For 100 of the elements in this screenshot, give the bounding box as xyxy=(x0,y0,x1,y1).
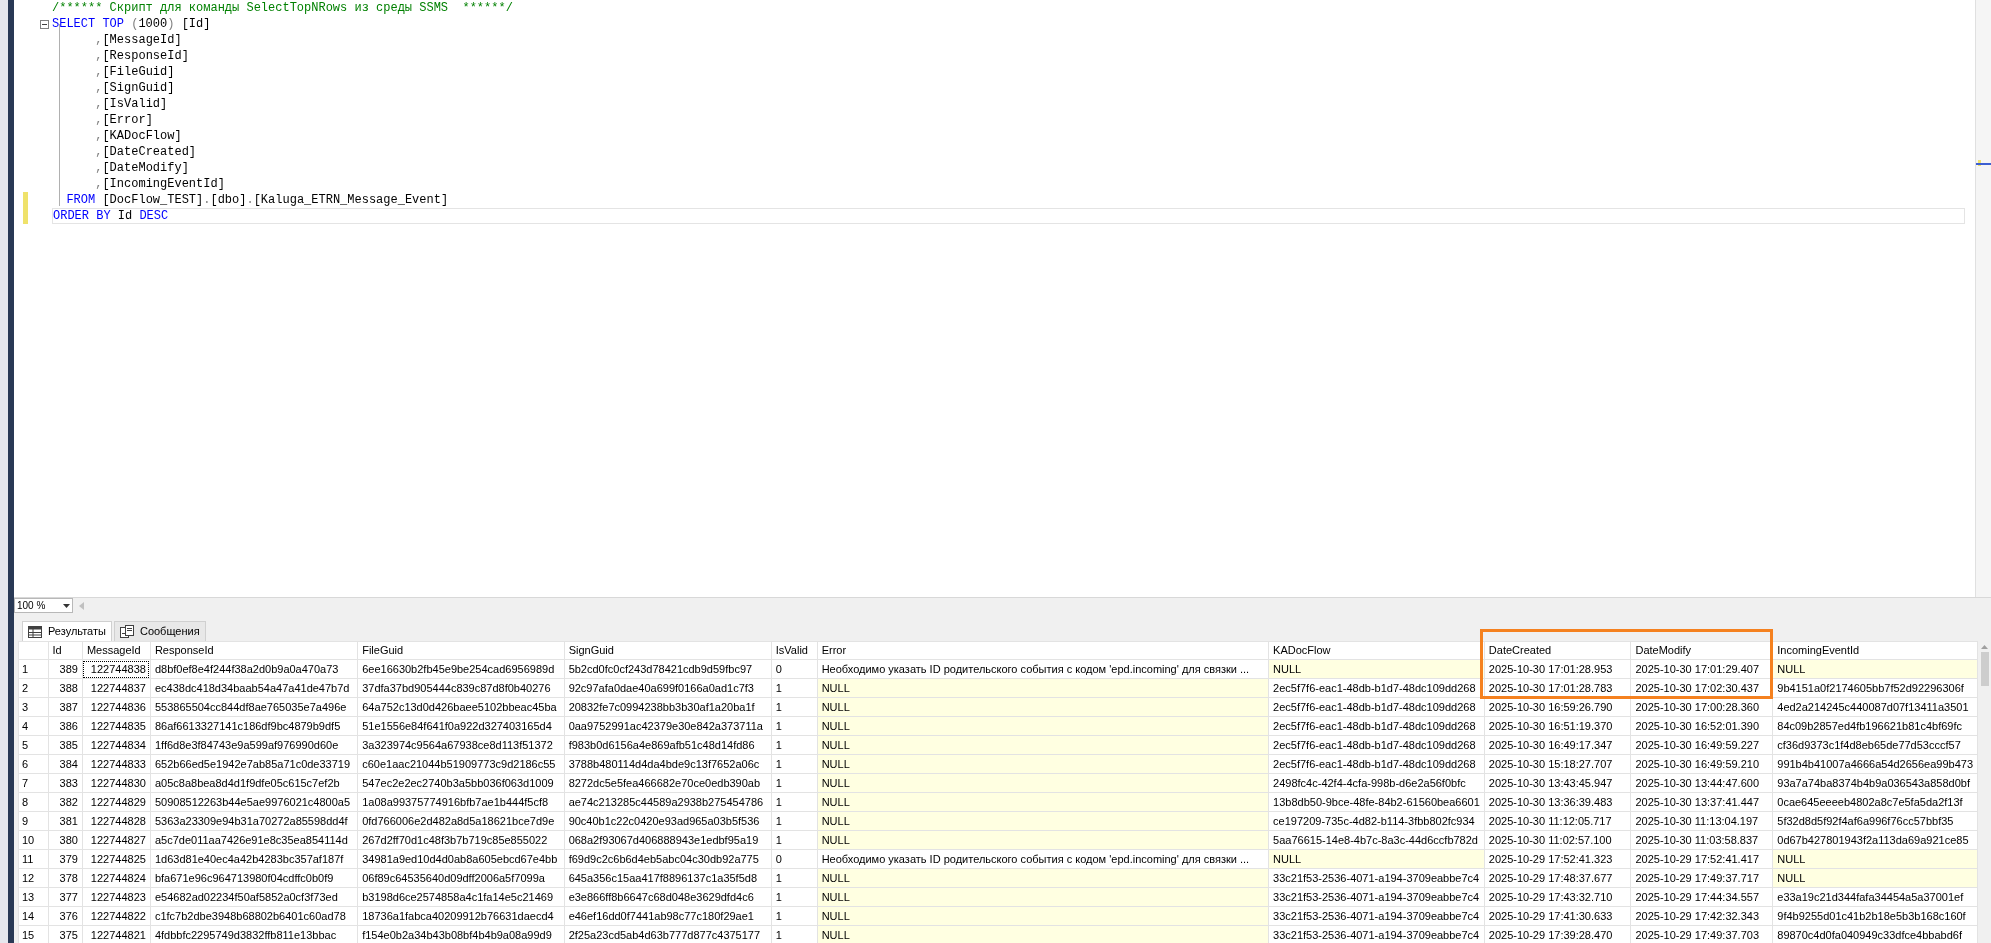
table-cell[interactable]: 380 xyxy=(48,830,83,850)
table-cell[interactable]: 1 xyxy=(771,697,818,717)
table-cell[interactable]: 84c09b2857ed4fb196621b81c4bf69fc xyxy=(1772,716,1978,736)
table-cell[interactable]: 2025-10-30 16:52:01.390 xyxy=(1630,716,1773,736)
table-cell[interactable]: 377 xyxy=(48,887,83,907)
table-cell[interactable]: d8bf0ef8e4f244f38a2d0b9a0a470a73 xyxy=(150,659,358,679)
table-cell[interactable]: 1 xyxy=(771,678,818,698)
table-cell[interactable]: 86af6613327141c186df9bc4879b9df5 xyxy=(150,716,358,736)
table-cell[interactable]: 2025-10-30 17:00:28.360 xyxy=(1630,697,1773,717)
table-cell[interactable]: 2ec5f7f6-eac1-48db-b1d7-48dc109dd268 xyxy=(1268,678,1485,698)
row-number[interactable]: 14 xyxy=(18,906,49,926)
table-cell[interactable]: 388 xyxy=(48,678,83,698)
table-cell[interactable]: 645a356c15aa417f8896137c1a35f5d8 xyxy=(564,868,772,888)
table-cell[interactable]: 122744827 xyxy=(82,830,151,850)
table-cell[interactable]: 0 xyxy=(771,659,818,679)
row-number[interactable]: 7 xyxy=(18,773,49,793)
table-cell[interactable]: ce197209-735c-4d82-b114-3fbb802fc934 xyxy=(1268,811,1485,831)
row-number[interactable]: 6 xyxy=(18,754,49,774)
table-cell[interactable]: 93a7a74ba8374b4b9a036543a858d0bf xyxy=(1772,773,1978,793)
table-cell[interactable]: 9f4b9255d01c41b2b18e5b3b168c160f xyxy=(1772,906,1978,926)
table-cell[interactable]: 378 xyxy=(48,868,83,888)
column-header[interactable]: MessageId xyxy=(82,641,151,660)
column-header[interactable]: IncomingEventId xyxy=(1772,641,1978,660)
table-cell[interactable]: a05c8a8bea8d4d1f9dfe05c615c7ef2b xyxy=(150,773,358,793)
table-cell[interactable]: c1fc7b2dbe3948b68802b6401c60ad78 xyxy=(150,906,358,926)
table-cell[interactable]: 1 xyxy=(771,735,818,755)
table-cell[interactable]: 379 xyxy=(48,849,83,869)
table-cell[interactable]: 1 xyxy=(771,868,818,888)
table-cell[interactable]: 2025-10-30 13:37:41.447 xyxy=(1630,792,1773,812)
table-cell[interactable]: 2025-10-29 17:44:34.557 xyxy=(1630,887,1773,907)
table-cell[interactable]: 0cae645eeeeb4802a8c7e5fa5da2f13f xyxy=(1772,792,1978,812)
table-cell[interactable]: 2ec5f7f6-eac1-48db-b1d7-48dc109dd268 xyxy=(1268,697,1485,717)
table-cell[interactable]: 2025-10-29 17:52:41.323 xyxy=(1484,849,1631,869)
table-cell[interactable]: 51e1556e84f641f0a922d327403165d4 xyxy=(357,716,565,736)
row-number[interactable]: 15 xyxy=(18,925,49,943)
table-cell[interactable]: 1 xyxy=(771,887,818,907)
column-header[interactable]: SignGuid xyxy=(564,641,772,660)
table-cell[interactable]: 122744835 xyxy=(82,716,151,736)
table-cell[interactable]: 991b4b41007a4666a54d2656ea99b473 xyxy=(1772,754,1978,774)
table-cell[interactable]: 5aa76615-14e8-4b7c-8a3c-44d6ccfb782d xyxy=(1268,830,1485,850)
table-cell[interactable]: 2025-10-29 17:42:32.343 xyxy=(1630,906,1773,926)
table-cell[interactable]: 33c21f53-2536-4071-a194-3709eabbe7c4 xyxy=(1268,906,1485,926)
column-header[interactable]: Id xyxy=(48,641,83,660)
table-cell[interactable]: e33a19c21d344fafa34454a5a37001ef xyxy=(1772,887,1978,907)
table-cell[interactable]: 1 xyxy=(771,754,818,774)
table-cell[interactable]: 2025-10-30 16:49:59.227 xyxy=(1630,735,1773,755)
table-cell[interactable]: 122744825 xyxy=(82,849,151,869)
table-cell[interactable]: e54682ad02234f50af5852a0cf3f73ed xyxy=(150,887,358,907)
table-cell[interactable]: 2025-10-29 17:52:41.417 xyxy=(1630,849,1773,869)
table-cell[interactable]: 382 xyxy=(48,792,83,812)
row-number[interactable]: 10 xyxy=(18,830,49,850)
table-cell[interactable]: 068a2f93067d406888943e1edbf95a19 xyxy=(564,830,772,850)
row-number[interactable]: 12 xyxy=(18,868,49,888)
table-cell[interactable]: 1 xyxy=(771,773,818,793)
table-cell[interactable]: 33c21f53-2536-4071-a194-3709eabbe7c4 xyxy=(1268,868,1485,888)
table-cell[interactable]: 2025-10-30 11:13:04.197 xyxy=(1630,811,1773,831)
table-cell[interactable]: 2025-10-30 13:44:47.600 xyxy=(1630,773,1773,793)
table-cell[interactable]: 20832fe7c0994238bb3b30af1a20ba1f xyxy=(564,697,772,717)
table-cell[interactable]: 18736a1fabca40209912b76631daecd4 xyxy=(357,906,565,926)
table-cell[interactable]: ae74c213285c44589a2938b275454786 xyxy=(564,792,772,812)
table-cell[interactable]: ec438dc418d34baab54a47a41de47b7d xyxy=(150,678,358,698)
row-number[interactable]: 11 xyxy=(18,849,49,869)
table-cell[interactable]: f69d9c2c6b6d4eb5abc04c30db92a775 xyxy=(564,849,772,869)
table-cell[interactable]: 1 xyxy=(771,830,818,850)
scroll-left-icon[interactable] xyxy=(79,601,84,610)
table-cell[interactable]: 33c21f53-2536-4071-a194-3709eabbe7c4 xyxy=(1268,887,1485,907)
table-cell[interactable]: 1 xyxy=(771,811,818,831)
table-cell[interactable]: b3198d6ce2574858a4c1fa14e5c21469 xyxy=(357,887,565,907)
table-cell[interactable]: 122744836 xyxy=(82,697,151,717)
table-cell[interactable]: 384 xyxy=(48,754,83,774)
column-header[interactable]: ResponseId xyxy=(150,641,358,660)
table-cell[interactable]: a5c7de011aa7426e91e8c35ea854114d xyxy=(150,830,358,850)
table-cell[interactable]: 37dfa37bd905444c839c87d8f0b40276 xyxy=(357,678,565,698)
table-cell[interactable]: 2ec5f7f6-eac1-48db-b1d7-48dc109dd268 xyxy=(1268,735,1485,755)
table-cell[interactable]: 2ec5f7f6-eac1-48db-b1d7-48dc109dd268 xyxy=(1268,754,1485,774)
table-cell[interactable]: 383 xyxy=(48,773,83,793)
table-cell[interactable]: 2025-10-29 17:48:37.677 xyxy=(1484,868,1631,888)
table-cell[interactable]: f983b0d6156a4e869afb51c48d14fd86 xyxy=(564,735,772,755)
table-cell[interactable]: 2025-10-29 17:43:32.710 xyxy=(1484,887,1631,907)
column-header[interactable]: DateCreated xyxy=(1484,641,1631,660)
table-cell[interactable]: 2025-10-30 16:49:59.210 xyxy=(1630,754,1773,774)
table-cell[interactable]: 2025-10-29 17:41:30.633 xyxy=(1484,906,1631,926)
table-cell[interactable]: 386 xyxy=(48,716,83,736)
column-header[interactable]: DateModify xyxy=(1630,641,1773,660)
table-cell[interactable]: 122744830 xyxy=(82,773,151,793)
table-cell[interactable]: 381 xyxy=(48,811,83,831)
table-cell[interactable]: 5b2cd0fc0cf243d78421cdb9d59fbc97 xyxy=(564,659,772,679)
table-cell[interactable]: 2025-10-29 17:49:37.717 xyxy=(1630,868,1773,888)
table-cell[interactable]: bfa671e96c964713980f04cdffc0b0f9 xyxy=(150,868,358,888)
row-number[interactable]: 8 xyxy=(18,792,49,812)
table-cell[interactable]: 9b4151a0f2174605bb7f52d92296306f xyxy=(1772,678,1978,698)
table-cell[interactable]: 1 xyxy=(771,792,818,812)
table-cell[interactable]: 1ff6d8e3f84743e9a599af976990d60e xyxy=(150,735,358,755)
table-cell[interactable]: 122744823 xyxy=(82,887,151,907)
table-cell[interactable]: 64a752c13d0d426baee5102bbeac45ba xyxy=(357,697,565,717)
table-cell[interactable]: 267d2ff70d1c48f3b7b719c85e855022 xyxy=(357,830,565,850)
scroll-thumb[interactable] xyxy=(1980,652,1989,686)
table-cell[interactable]: 2025-10-30 13:36:39.483 xyxy=(1484,792,1631,812)
table-cell[interactable]: 122744829 xyxy=(82,792,151,812)
table-cell[interactable]: 5f32d8d5f92f4af6a996f76cc57bbf35 xyxy=(1772,811,1978,831)
